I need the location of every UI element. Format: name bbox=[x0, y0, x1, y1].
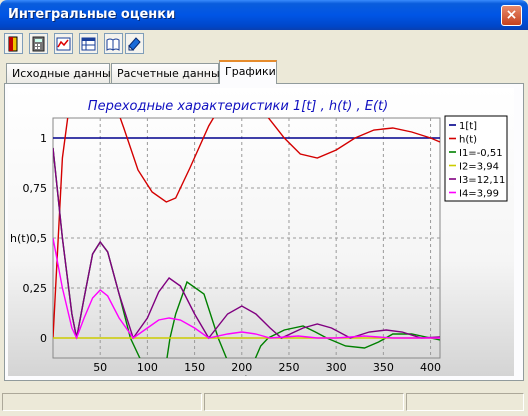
x-tick-label: 400 bbox=[420, 361, 441, 374]
exit-door-icon bbox=[8, 36, 18, 52]
transient-response-chart: Переходные характеристики 1[t] , h(t) , … bbox=[10, 99, 508, 386]
title-bar[interactable]: Интегральные оценки × bbox=[0, 0, 528, 30]
tab-label: Расчетные данные bbox=[117, 67, 227, 80]
chart-container: Переходные характеристики 1[t] , h(t) , … bbox=[8, 88, 514, 386]
y-axis-label: h(t) bbox=[10, 232, 30, 245]
status-pane bbox=[2, 393, 202, 411]
legend-entry: I2=3,94 bbox=[459, 162, 499, 173]
tab-input-data[interactable]: Исходные данные bbox=[6, 63, 117, 83]
chart-title: Переходные характеристики 1[t] , h(t) , … bbox=[88, 99, 388, 114]
y-tick-label: 0,75 bbox=[23, 182, 48, 195]
x-tick-label: 150 bbox=[184, 361, 205, 374]
book-icon bbox=[106, 38, 120, 51]
chart-button[interactable] bbox=[54, 33, 73, 54]
legend-entry: I1=-0,51 bbox=[459, 148, 503, 159]
y-tick-label: 0,5 bbox=[30, 232, 48, 245]
window-title: Интегральные оценки bbox=[8, 7, 176, 22]
legend-entry: I4=3,99 bbox=[459, 189, 499, 200]
tab-label: Исходные данные bbox=[12, 67, 118, 80]
y-tick-label: 0 bbox=[40, 332, 47, 345]
help-button[interactable] bbox=[125, 33, 144, 54]
app-window: Интегральные оценки × Исходные данные Ра… bbox=[0, 0, 528, 416]
calculator-icon bbox=[32, 36, 45, 52]
x-tick-label: 100 bbox=[137, 361, 158, 374]
help-icon bbox=[128, 37, 141, 51]
series-line bbox=[53, 118, 440, 339]
tab-label: Графики bbox=[225, 65, 276, 78]
x-tick-label: 300 bbox=[326, 361, 347, 374]
toolbar bbox=[4, 33, 524, 57]
legend-entry: h(t) bbox=[459, 135, 477, 146]
exit-button[interactable] bbox=[4, 33, 23, 54]
x-tick-label: 350 bbox=[373, 361, 394, 374]
status-pane bbox=[204, 393, 404, 411]
legend-entry: I3=12,11 bbox=[459, 175, 505, 186]
y-tick-label: 0,25 bbox=[23, 282, 48, 295]
tab-calculated-data[interactable]: Расчетные данные bbox=[111, 63, 226, 83]
table-button[interactable] bbox=[79, 33, 98, 54]
x-tick-label: 200 bbox=[231, 361, 252, 374]
book-button[interactable] bbox=[104, 33, 123, 54]
close-button[interactable]: × bbox=[501, 5, 522, 26]
x-axis-label: t bbox=[244, 373, 249, 376]
tab-graphs[interactable]: Графики bbox=[219, 60, 277, 84]
chart-icon bbox=[56, 37, 71, 51]
tab-bar: Исходные данные Расчетные данные Графики bbox=[4, 60, 524, 84]
series-line bbox=[53, 147, 440, 340]
status-bar bbox=[0, 390, 528, 416]
calculator-button[interactable] bbox=[29, 33, 48, 54]
y-tick-label: 1 bbox=[40, 132, 47, 145]
legend-entry: 1[t] bbox=[459, 121, 477, 132]
x-tick-label: 250 bbox=[278, 361, 299, 374]
table-icon bbox=[81, 37, 96, 51]
x-tick-label: 50 bbox=[93, 361, 107, 374]
status-pane bbox=[406, 393, 524, 411]
